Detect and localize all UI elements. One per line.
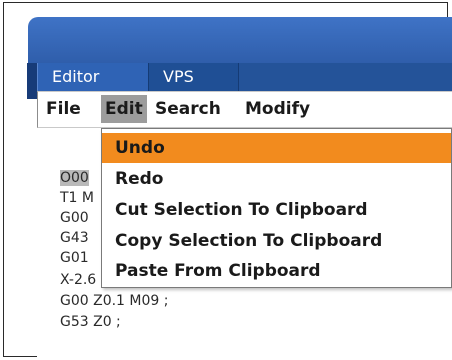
code-line: G00 [60, 210, 89, 226]
code-line: G43 [60, 230, 89, 246]
menu-item-copy[interactable]: Copy Selection To Clipboard [102, 226, 451, 256]
menu-file[interactable]: File [42, 95, 85, 123]
edit-menu-dropdown: Undo Redo Cut Selection To Clipboard Cop… [101, 128, 452, 288]
tab-vps[interactable]: VPS [149, 63, 239, 91]
code-line: X-2.6 ; [60, 272, 106, 288]
code-line: T1 M [60, 190, 94, 206]
tab-editor[interactable]: Editor [37, 63, 149, 91]
code-line: O00 [60, 170, 89, 186]
code-line: G00 Z0.1 M09 ; [60, 293, 169, 309]
left-edge [27, 63, 37, 99]
tab-strip-empty [239, 63, 452, 91]
menu-item-cut[interactable]: Cut Selection To Clipboard [102, 195, 451, 225]
menu-item-redo[interactable]: Redo [102, 164, 451, 194]
menu-modify[interactable]: Modify [241, 95, 314, 123]
menu-item-undo[interactable]: Undo [102, 133, 451, 163]
tab-strip: Editor VPS [37, 63, 452, 91]
menu-edit[interactable]: Edit [101, 95, 147, 123]
menu-bar: File Edit Search Modify [37, 91, 452, 128]
title-bar [28, 17, 452, 63]
code-line: G01 [60, 250, 89, 266]
menu-search[interactable]: Search [151, 95, 225, 123]
menu-item-paste[interactable]: Paste From Clipboard [102, 256, 451, 286]
code-line: G53 Z0 ; [60, 314, 121, 330]
